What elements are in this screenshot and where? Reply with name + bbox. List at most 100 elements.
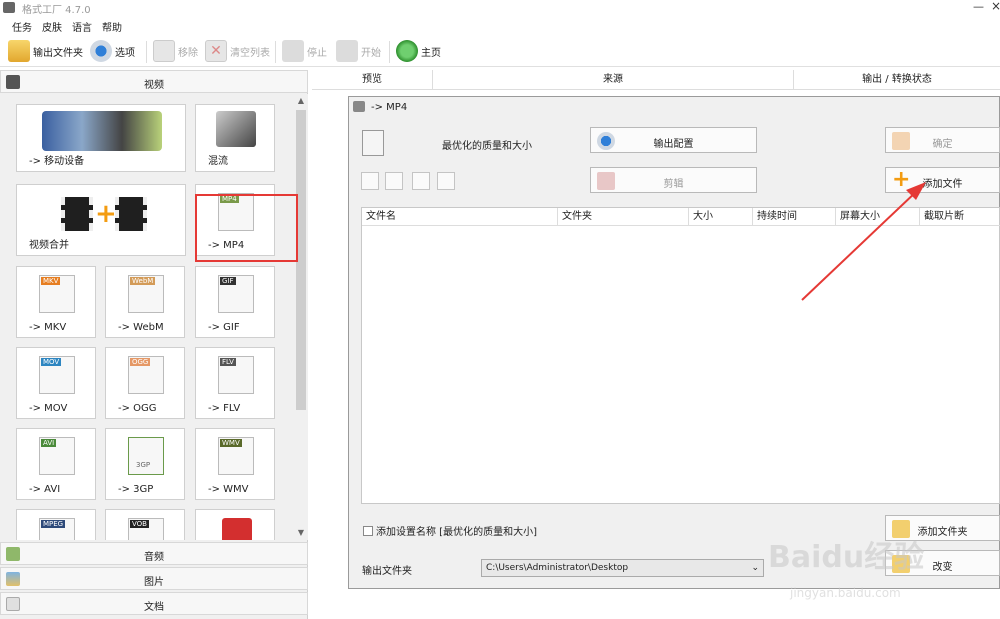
- flash-icon: [222, 518, 252, 540]
- clip-label: 剪辑: [663, 179, 684, 190]
- stop-label: 停止: [307, 47, 327, 59]
- category-document[interactable]: 文档: [0, 592, 308, 615]
- tile-label: -> FLV: [208, 403, 241, 414]
- scroll-down-icon[interactable]: ▼: [294, 526, 308, 540]
- start-icon: [336, 40, 358, 62]
- stop-button[interactable]: 停止: [282, 39, 327, 63]
- play-small-icon[interactable]: [412, 172, 430, 190]
- film-strip-icon: [61, 197, 93, 231]
- tile-mov[interactable]: MOV -> MOV: [16, 347, 96, 419]
- tile-flv[interactable]: FLV -> FLV: [195, 347, 275, 419]
- add-setting-name-checkbox[interactable]: [363, 525, 373, 536]
- baidu-watermark: Baidu经验 jingyan.baidu.com: [750, 512, 990, 612]
- output-folder-label: 输出文件夹: [362, 566, 412, 577]
- tile-avi[interactable]: AVI -> AVI: [16, 428, 96, 500]
- ok-label: 确定: [932, 139, 953, 150]
- watermark-text: Baidu经验: [768, 540, 925, 575]
- tile-mobile-device[interactable]: -> 移动设备: [16, 104, 186, 172]
- home-globe-icon: [396, 40, 418, 62]
- tile-wmv[interactable]: WMV -> WMV: [195, 428, 275, 500]
- ok-button[interactable]: 确定: [885, 127, 1000, 153]
- tile-label: -> MKV: [29, 322, 67, 333]
- close-button[interactable]: ×: [991, 0, 1000, 13]
- dialog-app-icon: [353, 101, 365, 112]
- remove-button[interactable]: 移除: [153, 39, 198, 63]
- start-label: 开始: [361, 47, 381, 59]
- tile-mpeg[interactable]: MPEG: [16, 509, 96, 540]
- tile-label: -> 3GP: [118, 484, 154, 495]
- 3gp-badge: 3GP: [136, 461, 151, 469]
- title-bar: 格式工厂 4.7.0 — ×: [0, 0, 1000, 16]
- gear-icon: [90, 40, 112, 62]
- th-duration[interactable]: 持续时间: [753, 208, 836, 226]
- tile-label: 视频合并: [29, 240, 69, 251]
- category-image-label: 图片: [144, 577, 164, 588]
- menu-help[interactable]: 帮助: [102, 19, 122, 34]
- toolbar: 输出文件夹 选项 移除 ✕ 清空列表 停止 开始 主页: [0, 35, 1000, 67]
- add-setting-name-row[interactable]: 添加设置名称 [最优化的质量和大小]: [363, 523, 537, 538]
- menu-task[interactable]: 任务: [12, 19, 32, 34]
- tile-label: -> AVI: [29, 484, 61, 495]
- folder-icon: [8, 40, 30, 62]
- highlight-box: [195, 194, 298, 262]
- options-button[interactable]: 选项: [90, 39, 135, 63]
- menu-skin[interactable]: 皮肤: [42, 19, 62, 34]
- format-grid-scrollbar[interactable]: ▲ ▼: [294, 94, 308, 540]
- th-size[interactable]: 大小: [689, 208, 753, 226]
- column-output-status[interactable]: 输出 / 转换状态: [794, 70, 1000, 90]
- info-small-icon[interactable]: [437, 172, 455, 190]
- th-filename[interactable]: 文件名: [362, 208, 558, 226]
- add-setting-name-label: 添加设置名称 [最优化的质量和大小]: [376, 527, 537, 538]
- home-button[interactable]: 主页: [396, 39, 441, 63]
- format-grid: -> 移动设备 混流 + 视频合并 MP4 -> MP4 MKV -> MKV …: [8, 94, 292, 540]
- tile-mux[interactable]: 混流: [195, 104, 275, 172]
- clear-icon: ✕: [205, 40, 227, 62]
- output-folder-button[interactable]: 输出文件夹: [8, 39, 83, 63]
- 3gp-file-icon: [128, 437, 164, 475]
- category-image[interactable]: 图片: [0, 567, 308, 590]
- tile-swf[interactable]: [195, 509, 275, 540]
- tile-ogg[interactable]: OGG -> OGG: [105, 347, 185, 419]
- category-video[interactable]: 视频: [0, 70, 308, 93]
- clear-list-button[interactable]: ✕ 清空列表: [205, 39, 270, 63]
- category-audio[interactable]: 音频: [0, 542, 308, 565]
- column-preview[interactable]: 预览: [312, 70, 433, 90]
- tile-gif[interactable]: GIF -> GIF: [195, 266, 275, 338]
- start-button[interactable]: 开始: [336, 39, 381, 63]
- tile-webm[interactable]: WebM -> WebM: [105, 266, 185, 338]
- clear-list-label: 清空列表: [230, 47, 270, 59]
- tile-3gp[interactable]: 3GP -> 3GP: [105, 428, 185, 500]
- category-document-label: 文档: [144, 602, 164, 613]
- remove-small-icon[interactable]: [385, 172, 403, 190]
- tile-mkv[interactable]: MKV -> MKV: [16, 266, 96, 338]
- file-list-table[interactable]: 文件名 文件夹 大小 持续时间 屏幕大小 截取片断: [361, 207, 1000, 504]
- output-config-label: 输出配置: [653, 139, 694, 150]
- quality-label: 最优化的质量和大小: [442, 141, 532, 152]
- clip-button[interactable]: 剪辑: [590, 167, 757, 193]
- menu-language[interactable]: 语言: [72, 19, 92, 34]
- scroll-up-icon[interactable]: ▲: [294, 94, 308, 108]
- minimize-button[interactable]: —: [973, 0, 984, 13]
- column-source[interactable]: 来源: [433, 70, 794, 90]
- add-file-small-icon[interactable]: [361, 172, 379, 190]
- vob-badge: VOB: [130, 520, 149, 528]
- add-file-label: 添加文件: [922, 179, 963, 190]
- watermark-subtext: jingyan.baidu.com: [790, 586, 901, 600]
- output-folder-label: 输出文件夹: [33, 47, 83, 59]
- output-path-value: C:\Users\Administrator\Desktop: [486, 563, 629, 573]
- tile-vob[interactable]: VOB: [105, 509, 185, 540]
- th-folder[interactable]: 文件夹: [558, 208, 689, 226]
- output-path-select[interactable]: C:\Users\Administrator\Desktop ⌄: [481, 559, 764, 577]
- tile-video-merge[interactable]: + 视频合并: [16, 184, 186, 256]
- window-title: 格式工厂 4.7.0: [22, 5, 91, 16]
- th-screen-size[interactable]: 屏幕大小: [836, 208, 920, 226]
- home-label: 主页: [421, 47, 441, 59]
- add-file-button[interactable]: + 添加文件: [885, 167, 1000, 193]
- tile-label: -> WMV: [208, 484, 249, 495]
- app-icon: [3, 2, 15, 13]
- mov-badge: MOV: [41, 358, 62, 366]
- mux-icon: [216, 111, 256, 147]
- toolbar-divider: [389, 41, 390, 63]
- output-config-button[interactable]: 输出配置: [590, 127, 757, 153]
- th-clip-section[interactable]: 截取片断: [920, 208, 1000, 226]
